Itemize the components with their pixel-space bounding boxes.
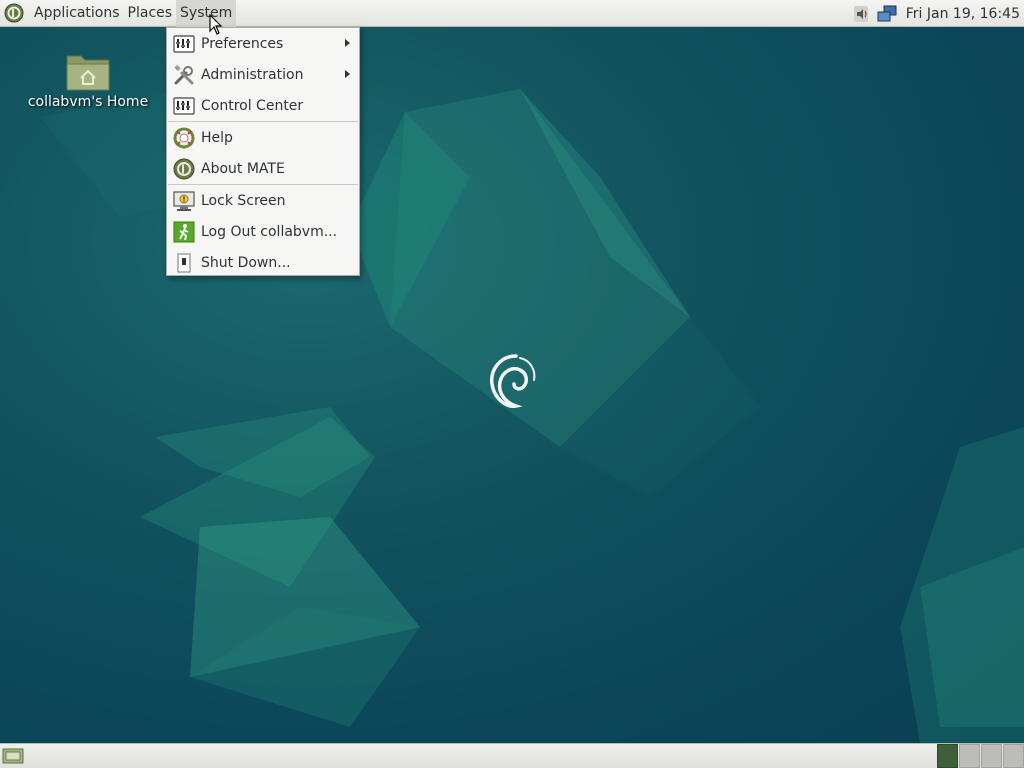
- mouse-cursor-icon: [209, 14, 223, 35]
- menu-item-administration[interactable]: Administration: [167, 59, 359, 90]
- workspace-3[interactable]: [981, 744, 1002, 768]
- menu-item-label: Log Out collabvm...: [201, 223, 338, 240]
- log-out-icon: [173, 221, 195, 242]
- menu-item-label: Control Center: [201, 97, 304, 114]
- workspace-2[interactable]: [959, 744, 980, 768]
- menu-item-label: Lock Screen: [201, 192, 286, 209]
- debian-swirl-logo: [490, 354, 536, 408]
- preferences-icon: [173, 34, 195, 53]
- system-dropdown-menu: Preferences Administration Control Cente…: [166, 27, 360, 276]
- workspace-1[interactable]: [937, 744, 958, 768]
- clock[interactable]: Fri Jan 19, 16:45: [902, 6, 1024, 22]
- menu-item-label: Shut Down...: [201, 254, 291, 271]
- home-folder-label: collabvm's Home: [27, 94, 149, 110]
- shut-down-icon: [177, 253, 191, 272]
- menu-item-shut-down[interactable]: Shut Down...: [167, 247, 359, 278]
- control-center-icon: [173, 96, 195, 115]
- volume-icon[interactable]: [850, 4, 872, 24]
- menu-item-label: Administration: [201, 66, 304, 83]
- mate-logo-icon: [173, 158, 195, 179]
- menu-item-label: Preferences: [201, 35, 284, 52]
- mate-logo-icon[interactable]: [4, 3, 24, 23]
- administration-icon: [174, 64, 194, 84]
- workspace-4[interactable]: [1003, 744, 1024, 768]
- menu-item-label: About MATE: [201, 160, 285, 177]
- top-panel: Applications Places System Fri Jan 19, 1…: [0, 0, 1024, 27]
- system-menu[interactable]: System: [176, 0, 237, 27]
- home-folder-icon: [66, 55, 110, 91]
- menu-item-lock-screen[interactable]: Lock Screen: [167, 185, 359, 216]
- menu-item-help[interactable]: Help: [167, 122, 359, 153]
- applications-menu[interactable]: Applications: [30, 0, 124, 27]
- submenu-arrow-icon: [345, 39, 350, 47]
- menu-item-log-out[interactable]: Log Out collabvm...: [167, 216, 359, 247]
- lock-screen-icon: [173, 190, 195, 211]
- menu-item-preferences[interactable]: Preferences: [167, 28, 359, 59]
- workspace-switcher: [936, 744, 1024, 768]
- menu-item-about-mate[interactable]: About MATE: [167, 153, 359, 184]
- bottom-panel: [0, 743, 1024, 768]
- menu-item-label: Help: [201, 129, 233, 146]
- network-icon[interactable]: [876, 4, 898, 24]
- home-folder-shortcut[interactable]: collabvm's Home: [26, 50, 150, 110]
- menu-item-control-center[interactable]: Control Center: [167, 90, 359, 121]
- show-desktop-icon[interactable]: [2, 747, 24, 765]
- submenu-arrow-icon: [345, 70, 350, 78]
- help-icon: [173, 127, 195, 148]
- places-menu[interactable]: Places: [124, 0, 177, 27]
- notification-area: Fri Jan 19, 16:45: [850, 0, 1024, 27]
